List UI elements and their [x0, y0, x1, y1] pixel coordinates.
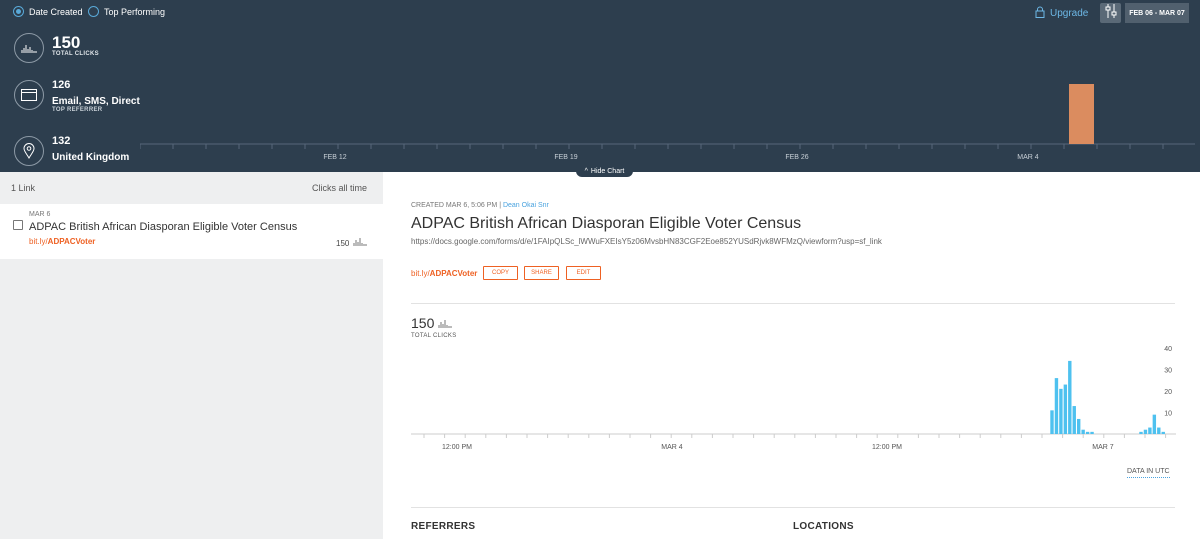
- total-clicks-value: 150: [52, 33, 81, 52]
- top-referrer-count: 126: [52, 79, 71, 91]
- locations-heading: LOCATIONS: [793, 521, 854, 532]
- y-axis-label: 40: [1164, 346, 1172, 353]
- link-title: ADPAC British African Diasporan Eligible…: [29, 221, 298, 233]
- x-axis-label: 12:00 PM: [872, 444, 902, 451]
- top-referrer-name: Email, SMS, Direct: [52, 96, 140, 107]
- select-link-checkbox[interactable]: [13, 220, 23, 230]
- lock-icon: [1035, 6, 1045, 21]
- detail-clicks-chart: 10 20 30 40 12:00 PM MAR 4 12:00 PM MAR 7: [411, 346, 1176, 451]
- clicks-bar: [1090, 431, 1094, 434]
- radio-label: Top Performing: [104, 6, 166, 17]
- copy-button[interactable]: COPY: [483, 266, 518, 280]
- stats-header: Date Created Top Performing 150 TOTAL CL…: [0, 0, 1200, 172]
- sort-date-created-radio[interactable]: Date Created: [13, 6, 83, 17]
- clicks-bar: [1157, 427, 1161, 434]
- clicks-bar: [1148, 427, 1152, 434]
- total-clicks-label: TOTAL CLICKS: [52, 51, 99, 57]
- link-created-meta: CREATED MAR 6, 5:06 PM | Dean Okai Snr: [411, 202, 549, 209]
- created-timestamp: CREATED MAR 6, 5:06 PM: [411, 202, 498, 209]
- divider: [411, 507, 1175, 508]
- link-list-panel: 1 Link Clicks all time MAR 6 ADPAC Briti…: [0, 172, 383, 539]
- clicks-bar: [1139, 431, 1143, 434]
- y-axis-label: 30: [1164, 368, 1172, 375]
- divider: [411, 303, 1175, 304]
- radio-label: Date Created: [29, 6, 83, 17]
- bar-chart-icon: [14, 33, 44, 63]
- top-location-stat: 132 United Kingdom: [12, 135, 142, 172]
- x-axis-label: 12:00 PM: [442, 444, 472, 451]
- clicks-bar: [1059, 388, 1063, 434]
- link-click-value: 150: [336, 238, 350, 248]
- detail-total-clicks: 150: [411, 315, 452, 331]
- x-axis-label: MAR 7: [1092, 444, 1114, 451]
- short-url-path: ADPACVoter: [47, 237, 96, 246]
- link-list-item[interactable]: MAR 6 ADPAC British African Diasporan El…: [0, 204, 383, 259]
- clicks-bar: [1077, 418, 1081, 434]
- clicks-bar: [1152, 414, 1157, 434]
- short-url-domain: bit.ly/: [29, 237, 48, 246]
- upgrade-link[interactable]: Upgrade: [1035, 6, 1088, 21]
- filter-settings-button[interactable]: [1100, 3, 1121, 23]
- radio-indicator: [13, 6, 24, 17]
- clicks-bar: [1069, 84, 1094, 144]
- top-referrer-label: TOP REFERRER: [52, 107, 103, 113]
- clicks-bar: [1063, 384, 1068, 434]
- detail-total-label: TOTAL CLICKS: [411, 333, 457, 339]
- link-created-date: MAR 6: [29, 211, 51, 218]
- map-pin-icon: [14, 136, 44, 166]
- link-sort-label[interactable]: Clicks all time: [312, 183, 367, 193]
- radio-indicator: [88, 6, 99, 17]
- long-url[interactable]: https://docs.google.com/forms/d/e/1FAIpQ…: [411, 237, 882, 246]
- x-axis-label: FEB 12: [323, 154, 346, 161]
- x-axis-label: MAR 4: [661, 444, 683, 451]
- detail-short-url[interactable]: bit.ly/ADPACVoter: [411, 269, 477, 278]
- creator-name[interactable]: Dean Okai Snr: [503, 202, 549, 209]
- link-short-url[interactable]: bit.ly/ADPACVoter: [29, 237, 95, 246]
- clicks-bar: [1068, 360, 1072, 434]
- bar-chart-icon: [438, 315, 452, 331]
- x-axis-label: FEB 26: [785, 154, 808, 161]
- edit-button[interactable]: EDIT: [566, 266, 601, 280]
- date-range-picker[interactable]: FEB 06 - MAR 07: [1125, 3, 1189, 23]
- bar-chart-icon: [353, 238, 367, 248]
- clicks-bar: [1054, 378, 1059, 434]
- x-axis-label: FEB 19: [554, 154, 577, 161]
- y-axis-label: 20: [1164, 389, 1172, 396]
- clicks-bar: [1143, 429, 1148, 434]
- link-click-count: 150: [336, 238, 367, 248]
- data-timezone-toggle[interactable]: DATA IN UTC: [1127, 468, 1170, 478]
- short-url-path: ADPACVoter: [429, 269, 478, 278]
- top-location-name: United Kingdom: [52, 152, 130, 163]
- link-count: 1 Link: [11, 183, 36, 193]
- link-detail-panel: CREATED MAR 6, 5:06 PM | Dean Okai Snr A…: [383, 172, 1200, 539]
- hide-chart-label: Hide Chart: [590, 168, 625, 175]
- clicks-bar: [1081, 429, 1085, 434]
- referrers-heading: REFERRERS: [411, 521, 476, 532]
- link-detail-title: ADPAC British African Diasporan Eligible…: [411, 215, 802, 232]
- link-list-header: 1 Link Clicks all time: [0, 172, 383, 204]
- total-clicks-stat: 150 TOTAL CLICKS: [12, 33, 142, 69]
- top-clicks-chart: FEB 12 FEB 19 FEB 26 MAR 4: [140, 84, 1195, 161]
- upgrade-label: Upgrade: [1050, 8, 1089, 19]
- short-url-domain: bit.ly/: [411, 269, 430, 278]
- browser-window-icon: [14, 80, 44, 110]
- share-button[interactable]: SHARE: [524, 266, 559, 280]
- top-referrer-stat: 126 Email, SMS, Direct TOP REFERRER: [12, 79, 142, 116]
- sliders-icon: [1105, 3, 1117, 23]
- y-axis-label: 10: [1164, 411, 1172, 418]
- clicks-bar: [1161, 431, 1165, 434]
- clicks-bar: [1085, 431, 1090, 434]
- hide-chart-toggle[interactable]: ^ Hide Chart: [576, 166, 633, 177]
- sort-top-performing-radio[interactable]: Top Performing: [88, 6, 165, 17]
- detail-total-value: 150: [411, 315, 435, 331]
- chevron-up-icon: ^: [584, 168, 588, 175]
- top-location-count: 132: [52, 135, 71, 147]
- clicks-bar: [1072, 406, 1076, 434]
- clicks-bar: [1050, 410, 1054, 434]
- x-axis-label: MAR 4: [1017, 154, 1039, 161]
